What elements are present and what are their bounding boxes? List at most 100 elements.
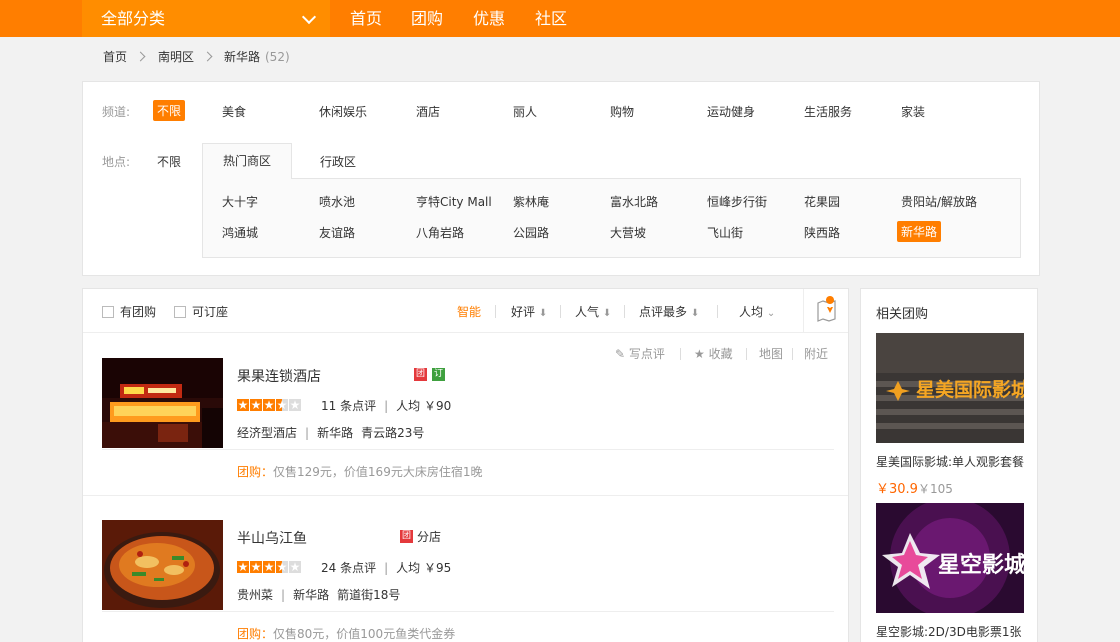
map-link[interactable]: 地图 (759, 345, 783, 362)
sort-bar: 有团购 可订座 智能 好评 ⬇ 人气 ⬇ 点评最多 ⬇ 人均 ⌄ (83, 289, 848, 333)
deal-tag: 团购： (237, 627, 274, 641)
breadcrumb-chevron-icon (202, 51, 213, 62)
area-item[interactable]: 友谊路 (319, 224, 355, 241)
sort-smart[interactable]: 智能 (457, 303, 481, 320)
nearby-link[interactable]: 附近 (804, 345, 828, 362)
sort-popularity[interactable]: 人气 ⬇ (575, 303, 611, 320)
avg-price: 人均 ￥90 (396, 399, 452, 413)
arrow-down-icon: ⬇ (538, 308, 548, 319)
divider (560, 305, 561, 318)
divider (102, 611, 834, 612)
divider (746, 348, 747, 360)
deal-name[interactable]: 星美国际影城:单人观影套餐 (876, 453, 1024, 470)
area-item[interactable]: 八角岩路 (416, 224, 464, 241)
area-item[interactable]: 飞山街 (707, 224, 743, 241)
deal-image[interactable]: 星空影城 (876, 503, 1024, 613)
review-count[interactable]: 11 条点评 (321, 399, 376, 413)
tab-hot-areas[interactable]: 热门商区 (202, 143, 292, 179)
shop-category[interactable]: 贵州菜 (237, 588, 273, 602)
breadcrumb-current: 新华路 (224, 50, 261, 64)
area-item-selected[interactable]: 新华路 (897, 221, 942, 242)
breadcrumb-home[interactable]: 首页 (103, 48, 127, 66)
star-icon: ★ (263, 398, 275, 412)
channel-item-shopping[interactable]: 购物 (610, 103, 634, 120)
area-list: 大十字 喷水池 亨特City Mall 紫林庵 富水北路 恒峰步行街 花果园 贵… (202, 178, 1021, 258)
shop-area[interactable]: 新华路 (293, 588, 329, 602)
shop-area[interactable]: 新华路 (317, 426, 353, 440)
channel-item-services[interactable]: 生活服务 (804, 103, 852, 120)
shop-name[interactable]: 半山乌江鱼 (237, 528, 307, 548)
area-item[interactable]: 花果园 (804, 193, 840, 210)
star-icon: ★ (250, 560, 262, 574)
groupon-checkbox[interactable] (102, 306, 114, 318)
sort-rating[interactable]: 好评 ⬇ (511, 303, 547, 320)
breadcrumb-district[interactable]: 南明区 (158, 48, 194, 66)
shop-name[interactable]: 果果连锁酒店 (237, 366, 321, 386)
area-item[interactable]: 喷水池 (319, 193, 355, 210)
hotel-photo (102, 358, 223, 448)
pencil-icon: ✎ (615, 347, 626, 361)
nav-groupon-link[interactable]: 团购 (411, 0, 443, 37)
deal-original-price: ￥105 (918, 482, 953, 496)
area-item[interactable]: 亨特City Mall (416, 193, 492, 210)
sort-most-reviews[interactable]: 点评最多 ⬇ (639, 303, 699, 320)
bookable-checkbox-label[interactable]: 可订座 (192, 303, 228, 320)
groupon-deal-link[interactable]: 团购：仅售129元，价值169元大床房住宿1晚 (237, 463, 482, 480)
nav-offers-link[interactable]: 优惠 (473, 0, 505, 37)
area-item[interactable]: 大营坡 (610, 224, 646, 241)
all-categories-dropdown[interactable]: 全部分类 (82, 0, 330, 37)
deal-logo-text: 星美国际影城 (916, 379, 1024, 401)
groupon-tag-icon: 团 (414, 368, 427, 381)
shop-address: 青云路23号 (361, 426, 425, 440)
map-view-button[interactable] (803, 289, 848, 332)
star-half-icon: ★ (276, 560, 288, 574)
area-item[interactable]: 贵阳站/解放路 (901, 193, 977, 210)
write-review-button[interactable]: ✎ 写点评 (615, 345, 665, 362)
channel-item-unlimited[interactable]: 不限 (153, 100, 186, 121)
divider (680, 348, 681, 360)
review-count[interactable]: 24 条点评 (321, 561, 376, 575)
channel-item-leisure[interactable]: 休闲娱乐 (319, 103, 367, 120)
top-nav-bar: 全部分类 首页 团购 优惠 社区 (0, 0, 1120, 37)
favorite-button[interactable]: ★ 收藏 (694, 345, 733, 362)
nav-community-link[interactable]: 社区 (535, 0, 567, 37)
shop-category[interactable]: 经济型酒店 (237, 426, 297, 440)
deal-image[interactable]: 星美国际影城 (876, 333, 1024, 443)
groupon-checkbox-label[interactable]: 有团购 (120, 303, 156, 320)
area-item[interactable]: 富水北路 (610, 193, 658, 210)
breadcrumb-chevron-icon (135, 51, 146, 62)
sort-avg-price[interactable]: 人均 ⌄ (739, 303, 775, 320)
divider (792, 348, 793, 360)
groupon-deal-link[interactable]: 团购：仅售80元，价值100元鱼类代金券 (237, 625, 455, 642)
shop-thumbnail[interactable] (102, 358, 223, 448)
nav-home-link[interactable]: 首页 (350, 0, 382, 37)
area-item[interactable]: 紫林庵 (513, 193, 549, 210)
groupon-tag-icon: 团 (400, 530, 413, 543)
channel-item-food[interactable]: 美食 (222, 103, 246, 120)
map-pin-icon (817, 296, 836, 322)
avg-price: 人均 ￥95 (396, 561, 452, 575)
area-item[interactable]: 恒峰步行街 (707, 193, 767, 210)
chevron-down-icon: ⌄ (766, 308, 776, 319)
location-unlimited[interactable]: 不限 (157, 153, 181, 170)
channel-item-beauty[interactable]: 丽人 (513, 103, 537, 120)
arrow-down-icon: ⬇ (690, 308, 700, 319)
tab-districts[interactable]: 行政区 (320, 153, 356, 170)
channel-item-hotel[interactable]: 酒店 (416, 103, 440, 120)
shop-thumbnail[interactable] (102, 520, 223, 610)
channel-item-sports[interactable]: 运动健身 (707, 103, 755, 120)
area-item[interactable]: 陕西路 (804, 224, 840, 241)
area-item[interactable]: 鸿通城 (222, 224, 258, 241)
star-icon: ★ (263, 560, 275, 574)
list-item: 半山乌江鱼 团 分店 ★ ★ ★ ★ ★ 24 条点评 | 人均 ￥95 贵州菜 | 新华路 箭道… (83, 495, 848, 642)
area-item[interactable]: 大十字 (222, 193, 258, 210)
deal-tag: 团购： (237, 465, 274, 479)
chevron-down-icon (301, 9, 317, 25)
deal-name[interactable]: 星空影城:2D/3D电影票1张 (876, 623, 1021, 640)
branch-link[interactable]: 分店 (417, 528, 441, 545)
channel-item-home[interactable]: 家装 (901, 103, 925, 120)
all-categories-label: 全部分类 (101, 9, 166, 28)
bookable-checkbox[interactable] (174, 306, 186, 318)
star-outline-icon: ★ (694, 347, 705, 361)
area-item[interactable]: 公园路 (513, 224, 549, 241)
